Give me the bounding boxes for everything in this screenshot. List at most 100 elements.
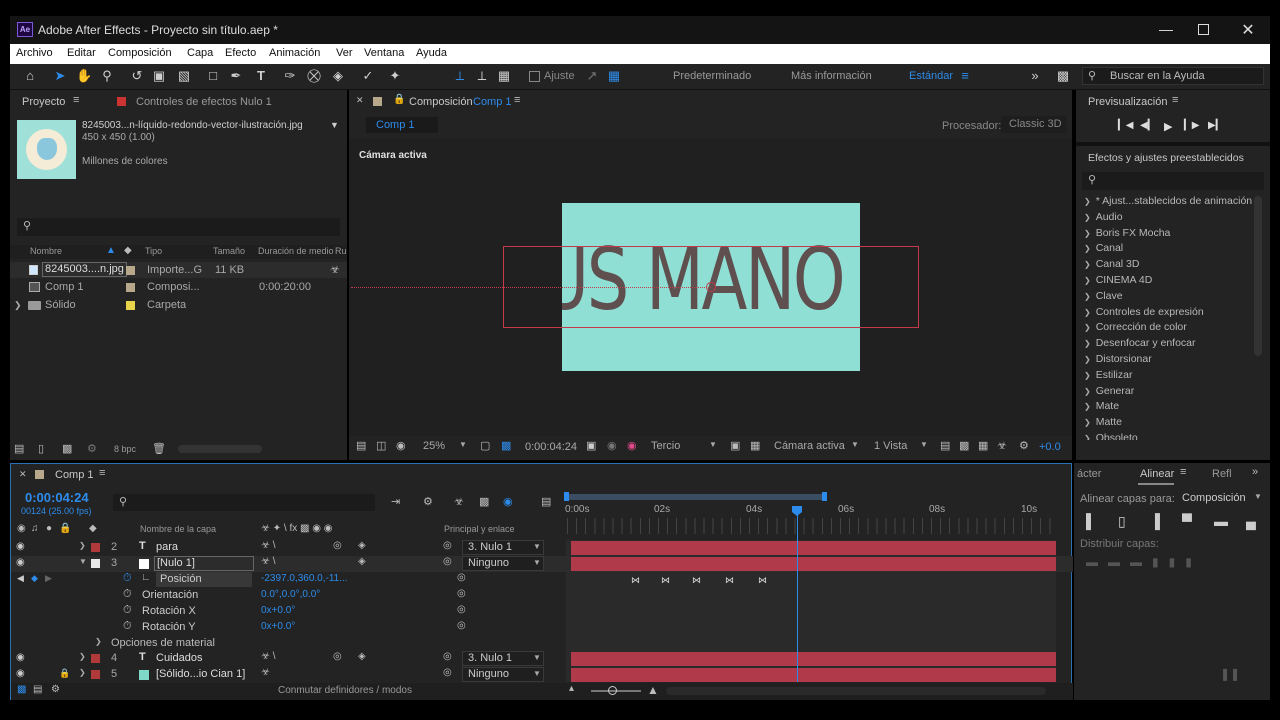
time-zoom-thumb[interactable] <box>608 686 617 695</box>
frame-blending-icon[interactable]: ▩ <box>479 495 489 508</box>
project-scrollbar[interactable] <box>178 445 262 453</box>
timeline-tab[interactable]: Comp 1 <box>55 469 94 481</box>
first-frame-icon[interactable]: ▎◀ <box>1118 120 1133 131</box>
parent-select[interactable]: Ninguno ▼ <box>462 556 544 571</box>
maximize-icon[interactable] <box>1198 24 1209 35</box>
always-preview-icon[interactable]: ▤ <box>356 439 366 452</box>
effect-category-item[interactable]: ❯ Generar <box>1084 384 1134 399</box>
expand-arrow-icon[interactable]: ❯ <box>1084 371 1091 380</box>
toggle-pixel-aspect-icon[interactable]: ▤ <box>940 439 950 452</box>
property-value[interactable]: 0x+0.0° <box>261 605 295 616</box>
expand-arrow-icon[interactable]: ❯ <box>1084 213 1091 222</box>
effect-category-item[interactable]: ❯ Clave <box>1084 289 1123 304</box>
snapshot-icon[interactable]: ▣ <box>586 439 596 452</box>
effect-category-item[interactable]: ❯ Audio <box>1084 210 1123 225</box>
trash-icon[interactable]: 🗑 <box>152 442 166 455</box>
graph-editor-icon[interactable]: ▤ <box>541 495 551 508</box>
expression-icon[interactable]: ◎ <box>457 604 466 615</box>
brush-tool-icon[interactable]: ✑ <box>282 68 298 84</box>
transfer-controls-icon[interactable]: ▤ <box>33 684 42 695</box>
world-axis-icon[interactable]: ⟂ <box>474 68 490 84</box>
flowchart-icon[interactable]: ☣ <box>997 439 1007 452</box>
menu-ventana[interactable]: Ventana <box>364 47 404 59</box>
puppet-tool-icon[interactable]: ✦ <box>387 68 403 84</box>
new-comp-icon[interactable]: ▩ <box>62 442 72 455</box>
effect-category-item[interactable]: ❯ Desenfocar y enfocar <box>1084 336 1196 351</box>
region-of-interest-icon[interactable]: ▣ <box>730 439 740 452</box>
layer-color-swatch[interactable] <box>91 670 100 679</box>
col-duracion[interactable]: Duración de medio <box>258 246 334 256</box>
type-tool-icon[interactable]: T <box>253 68 269 84</box>
layer-name[interactable]: [Nulo 1] <box>154 556 254 571</box>
zoom-select[interactable]: 25% ▼ <box>419 438 469 454</box>
zoom-tool-icon[interactable]: ⚲ <box>99 68 115 84</box>
align-left-icon[interactable]: ▌ <box>1086 513 1096 529</box>
property-row-orientation[interactable]: ⏱ Orientación 0.0°,0.0°,0.0° ◎ <box>11 588 1073 604</box>
switches-icon[interactable]: ☣ <box>261 667 270 678</box>
sort-up-icon[interactable]: ▲ <box>106 245 116 256</box>
switches-icon[interactable]: ☣ \ <box>261 651 276 662</box>
eraser-tool-icon[interactable]: ◈ <box>330 68 346 84</box>
lock-icon[interactable]: 🔒 <box>59 668 70 679</box>
comp-mini-flowchart-icon[interactable]: ⇥ <box>391 495 400 508</box>
tab-character[interactable]: ácter <box>1077 468 1101 480</box>
property-row-rotation-x[interactable]: ⏱ Rotación X 0x+0.0° ◎ <box>11 604 1073 620</box>
layer-color-swatch[interactable] <box>91 559 100 568</box>
workspace-predeterminado[interactable]: Predeterminado <box>673 70 751 82</box>
tab-reflow[interactable]: Refl <box>1212 468 1232 480</box>
panel-menu-icon[interactable]: ≡ <box>1172 94 1178 106</box>
rotate-tool-icon[interactable]: ↺ <box>129 68 145 84</box>
expand-arrow-icon[interactable]: ❯ <box>1084 387 1091 396</box>
align-top-icon[interactable]: ▀ <box>1182 513 1192 529</box>
effect-category-item[interactable]: ❯ Canal <box>1084 241 1123 256</box>
expression-icon[interactable]: ◎ <box>457 588 466 599</box>
project-item-folder[interactable]: ❯ Sólido Carpeta <box>10 297 347 313</box>
keyframe[interactable]: ⋈ <box>725 576 734 585</box>
comp-viewer[interactable]: Cámara activa US MANO <box>349 138 1072 436</box>
add-keyframe-icon[interactable]: ◆ <box>31 573 38 584</box>
minimize-icon[interactable]: — <box>1156 21 1176 37</box>
safe-zones-icon[interactable]: ▩ <box>501 439 511 452</box>
collapse-arrow-icon[interactable]: ▼ <box>79 557 87 566</box>
stopwatch-icon[interactable]: ⏱ <box>123 588 132 601</box>
snap-grid-icon[interactable]: ▦ <box>606 68 622 84</box>
workspace-mas-informacion[interactable]: Más información <box>791 70 872 82</box>
in-out-icon[interactable]: ⚙ <box>51 684 60 695</box>
menu-ayuda[interactable]: Ayuda <box>416 47 447 59</box>
layer-row-cuidados[interactable]: ◉ ❯ 4 T Cuidados ☣ \ ◎ ◈ ◎ 3. Nulo 1 ▼ <box>11 651 1073 667</box>
keyframe[interactable]: ⋈ <box>631 576 640 585</box>
tab-proyecto[interactable]: Proyecto <box>22 96 65 108</box>
col-tamano[interactable]: Tamaño <box>213 246 245 256</box>
overflow-chevron-icon[interactable]: » <box>1027 68 1043 84</box>
layer-color-swatch[interactable] <box>91 654 100 663</box>
expand-arrow-icon[interactable]: ❯ <box>1084 434 1091 440</box>
close-panel-icon[interactable]: ✕ <box>19 469 27 480</box>
roto-brush-tool-icon[interactable]: ✓ <box>360 68 376 84</box>
draft-3d-icon[interactable]: ⚙ <box>423 495 433 508</box>
pickwhip-icon[interactable]: ◎ <box>443 540 452 551</box>
col-tipo[interactable]: Tipo <box>145 246 162 256</box>
effect-category-item[interactable]: ❯ Canal 3D <box>1084 257 1139 272</box>
keyframe[interactable]: ⋈ <box>692 576 701 585</box>
expand-arrow-icon[interactable]: ❯ <box>1084 402 1091 411</box>
visibility-eye-icon[interactable]: ◉ <box>16 652 25 663</box>
timeline-timecode[interactable]: 0:00:04:24 <box>25 490 89 505</box>
next-keyframe-icon[interactable]: ▶ <box>45 573 52 584</box>
expand-arrow-icon[interactable]: ❯ <box>1084 197 1091 206</box>
rectangle-tool-icon[interactable]: □ <box>205 68 221 84</box>
property-value[interactable]: 0.0°,0.0°,0.0° <box>261 589 320 600</box>
expand-arrow-icon[interactable]: ❯ <box>1084 244 1091 253</box>
expand-arrow-icon[interactable]: ❯ <box>1084 229 1091 238</box>
effect-category-item[interactable]: ❯ Corrección de color <box>1084 320 1187 335</box>
effect-category-item[interactable]: ❯ * Ajust...stablecidos de animación <box>1084 194 1252 209</box>
3d-layer-icon[interactable]: ◎ <box>333 540 342 551</box>
menu-ver[interactable]: Ver <box>336 47 353 59</box>
layer-row-para[interactable]: ◉ ❯ 2 T para ☣ \ ◎ ◈ ◎ 3. Nulo 1 ▼ <box>11 540 1073 556</box>
ajuste-checkbox[interactable] <box>529 71 540 82</box>
expand-arrow-icon[interactable]: ❯ <box>79 652 86 661</box>
align-to-select[interactable]: Composición ▼ <box>1180 490 1266 506</box>
expand-arrow-icon[interactable]: ❯ <box>1084 276 1091 285</box>
help-search-box[interactable]: ⚲ Buscar en la Ayuda <box>1082 67 1264 85</box>
motion-blur-icon[interactable]: ◉ <box>503 495 513 508</box>
shy-icon[interactable]: ☣ <box>454 495 464 508</box>
